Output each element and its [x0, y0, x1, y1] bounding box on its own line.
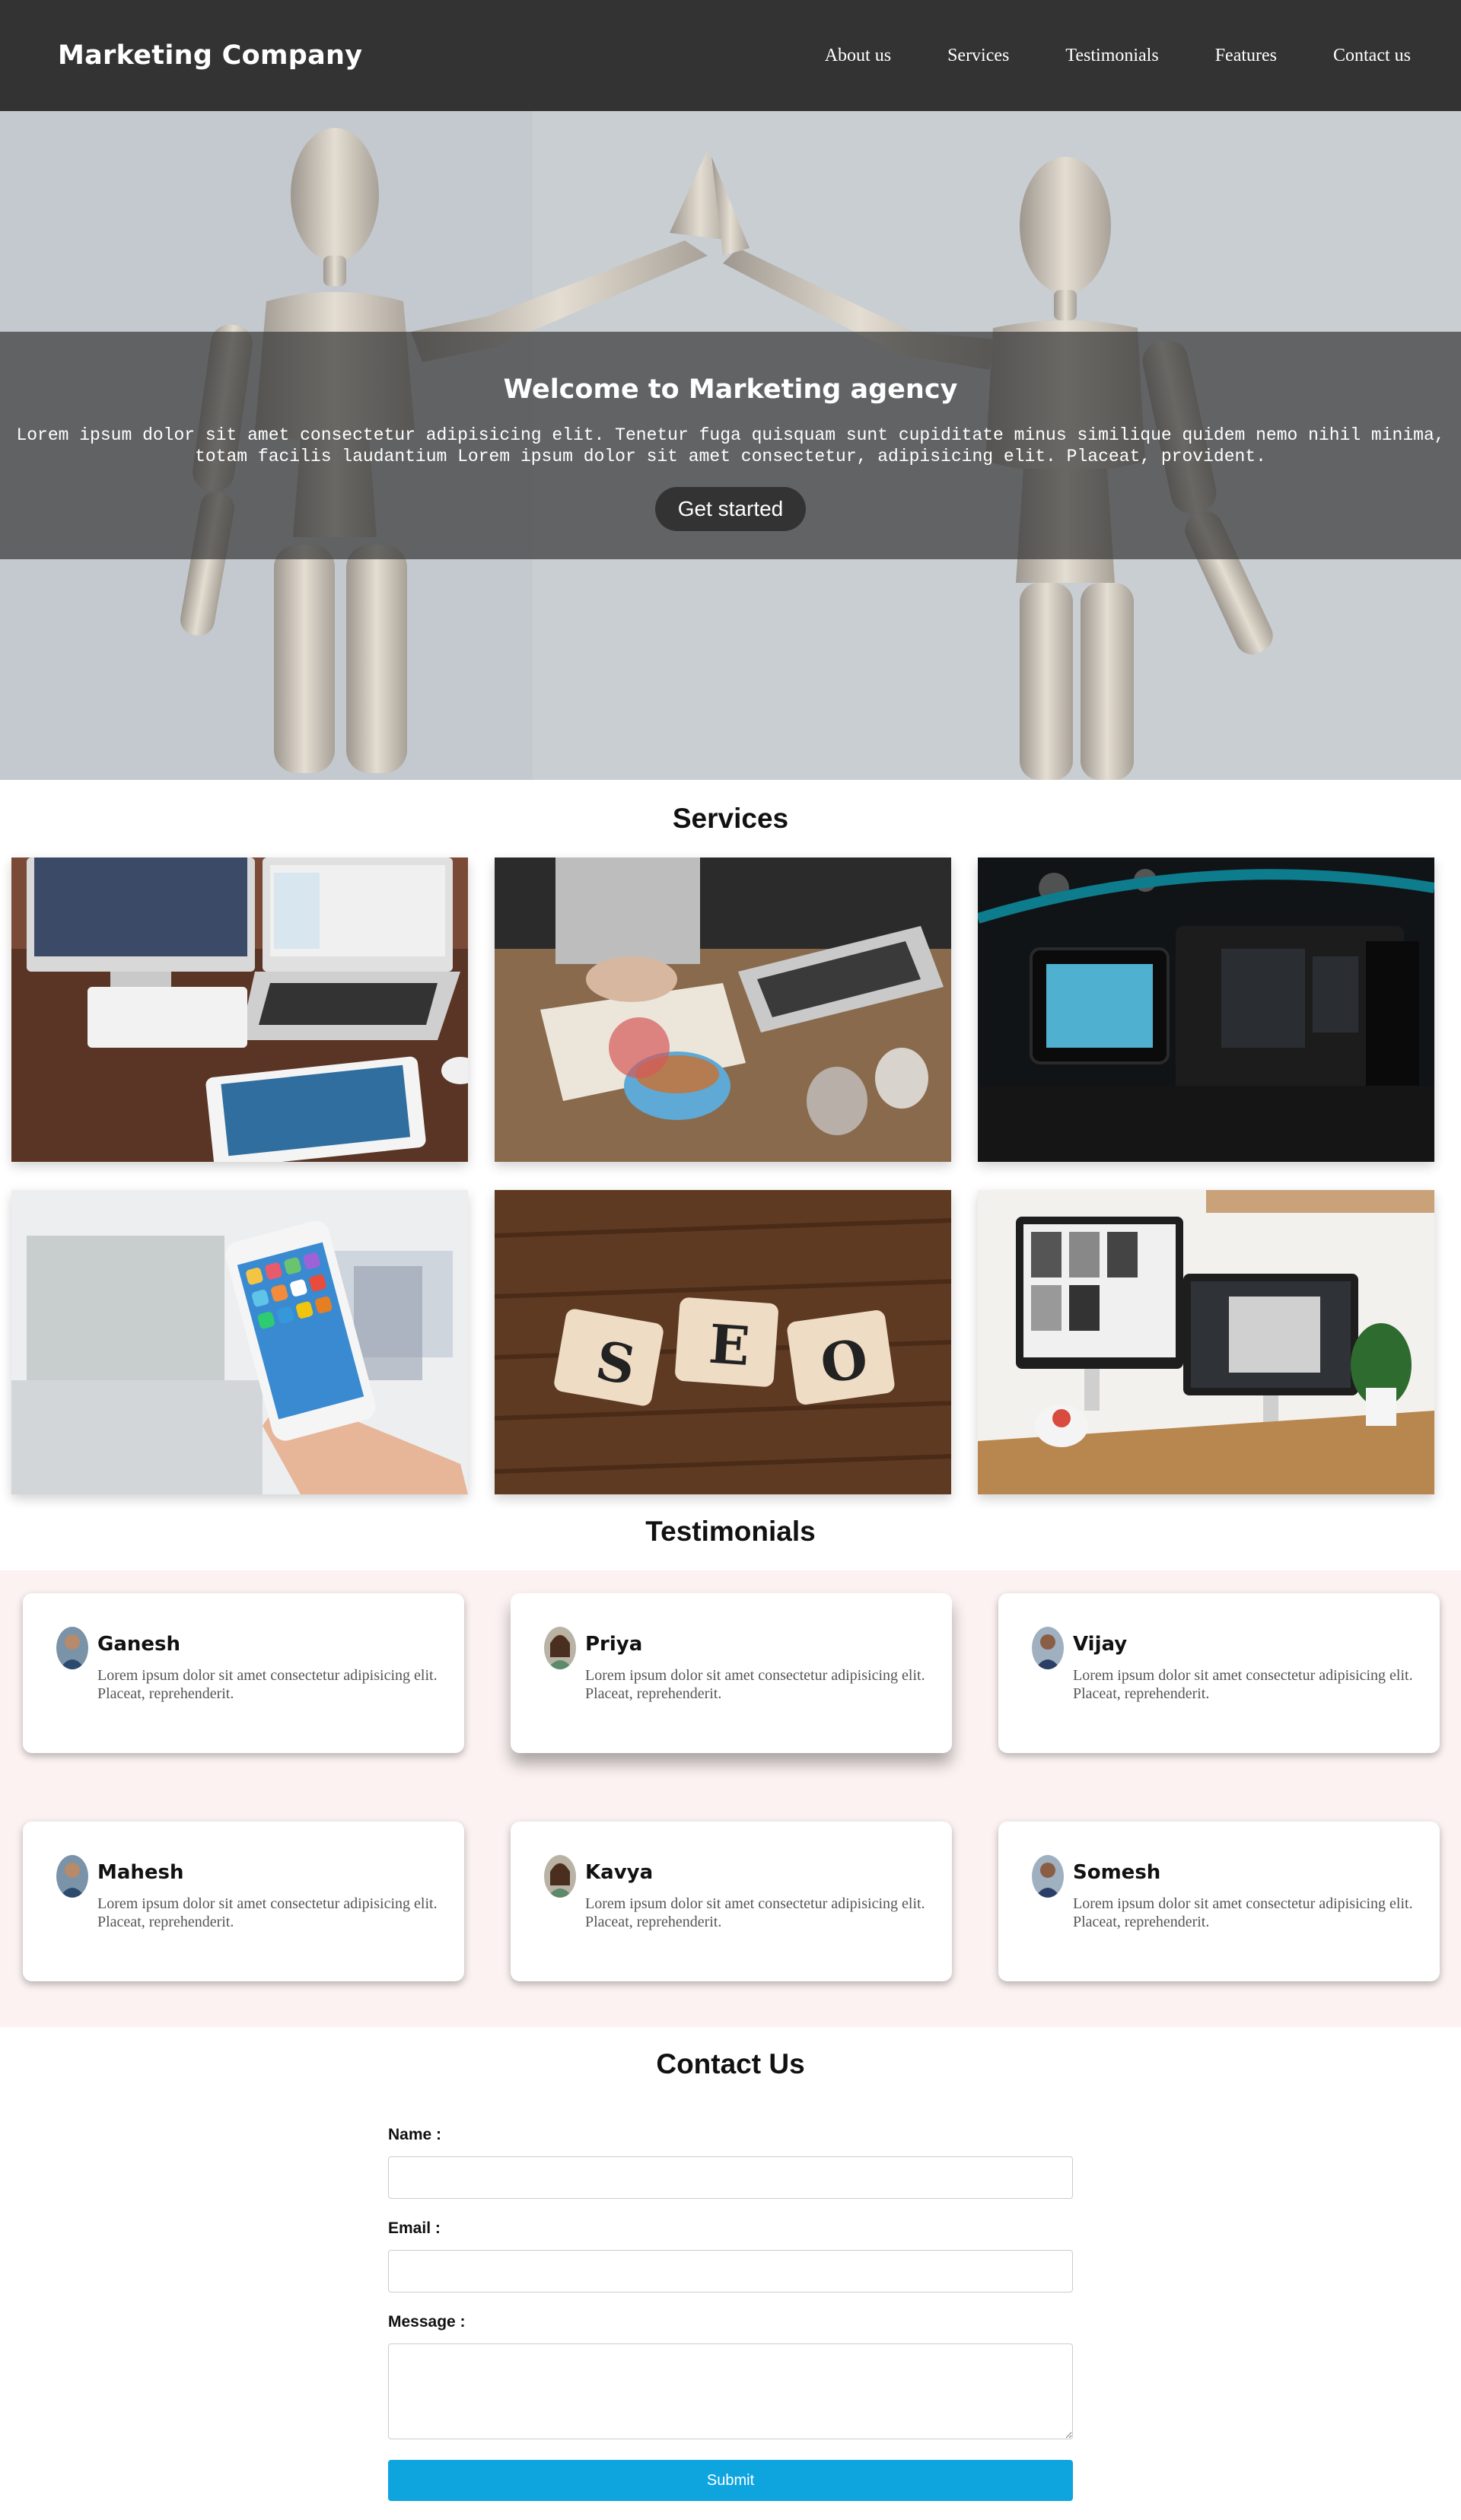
testimonial-text: Lorem ipsum dolor sit amet consectetur a… — [585, 1667, 925, 1702]
service-image-seo[interactable]: S E O — [495, 1190, 951, 1494]
testimonial-card: Ganesh Lorem ipsum dolor sit amet consec… — [23, 1593, 464, 1753]
service-image-camera[interactable] — [978, 858, 1434, 1162]
services-section: Services S E O — [0, 780, 1461, 1494]
name-field[interactable] — [388, 2156, 1073, 2199]
message-field[interactable] — [388, 2343, 1073, 2439]
hero-overlay: Welcome to Marketing agency Lorem ipsum … — [0, 332, 1461, 559]
service-image-phone[interactable] — [11, 1190, 468, 1494]
service-image-devices[interactable] — [11, 858, 468, 1162]
services-title: Services — [672, 803, 789, 834]
hero-description: Lorem ipsum dolor sit amet consectetur a… — [16, 425, 1445, 466]
hero-section: Welcome to Marketing agency Lorem ipsum … — [0, 111, 1461, 780]
testimonial-text: Lorem ipsum dolor sit amet consectetur a… — [1073, 1895, 1413, 1930]
testimonial-card: Somesh Lorem ipsum dolor sit amet consec… — [998, 1822, 1440, 1981]
service-image-workstation[interactable] — [978, 1190, 1434, 1494]
avatar — [1032, 1627, 1064, 1669]
avatar — [56, 1627, 88, 1669]
email-label: Email : — [388, 2219, 441, 2237]
testimonials-title: Testimonials — [645, 1516, 816, 1547]
testimonial-text: Lorem ipsum dolor sit amet consectetur a… — [97, 1895, 438, 1930]
testimonial-name: Kavya — [585, 1861, 654, 1884]
testimonial-name: Mahesh — [97, 1861, 184, 1884]
testimonial-name: Priya — [585, 1633, 643, 1656]
testimonials-section: Ganesh Lorem ipsum dolor sit amet consec… — [0, 1570, 1461, 2027]
nav-link-testimonials[interactable]: Testimonials — [1037, 38, 1186, 74]
testimonial-text: Lorem ipsum dolor sit amet consectetur a… — [1073, 1667, 1413, 1702]
get-started-button[interactable]: Get started — [654, 487, 807, 531]
avatar — [56, 1855, 88, 1898]
testimonial-card: Mahesh Lorem ipsum dolor sit amet consec… — [23, 1822, 464, 1981]
contact-title: Contact Us — [656, 2048, 805, 2079]
contact-form: Name : Email : Message : Submit — [388, 2126, 1073, 2501]
nav-link-features[interactable]: Features — [1187, 38, 1305, 74]
services-grid: S E O — [0, 858, 1461, 1494]
svg-text:E: E — [707, 1312, 752, 1378]
testimonial-text: Lorem ipsum dolor sit amet consectetur a… — [585, 1895, 925, 1930]
message-label: Message : — [388, 2313, 466, 2331]
testimonial-card: Kavya Lorem ipsum dolor sit amet consect… — [511, 1822, 952, 1981]
brand-logo[interactable]: Marketing Company — [58, 40, 362, 71]
testimonial-text: Lorem ipsum dolor sit amet consectetur a… — [97, 1667, 438, 1702]
contact-section: Contact Us Name : Email : Message : Subm… — [0, 2027, 1461, 2501]
nav-link-contact[interactable]: Contact us — [1305, 38, 1411, 74]
testimonial-name: Ganesh — [97, 1633, 181, 1656]
nav-link-services[interactable]: Services — [919, 38, 1037, 74]
testimonial-card: Vijay Lorem ipsum dolor sit amet consect… — [998, 1593, 1440, 1753]
submit-button[interactable]: Submit — [388, 2460, 1073, 2501]
avatar — [544, 1855, 576, 1898]
navbar: Marketing Company About us Services Test… — [0, 0, 1461, 111]
nav-link-about[interactable]: About us — [797, 38, 919, 74]
testimonial-name: Somesh — [1073, 1861, 1161, 1884]
service-image-writing[interactable] — [495, 858, 951, 1162]
name-label: Name : — [388, 2126, 442, 2143]
testimonial-card: Priya Lorem ipsum dolor sit amet consect… — [511, 1593, 952, 1753]
avatar — [544, 1627, 576, 1669]
hero-title: Welcome to Marketing agency — [503, 374, 958, 405]
main-nav: About us Services Testimonials Features … — [797, 38, 1411, 74]
avatar — [1032, 1855, 1064, 1898]
svg-text:O: O — [816, 1327, 871, 1396]
email-field[interactable] — [388, 2250, 1073, 2292]
testimonial-name: Vijay — [1073, 1633, 1128, 1656]
